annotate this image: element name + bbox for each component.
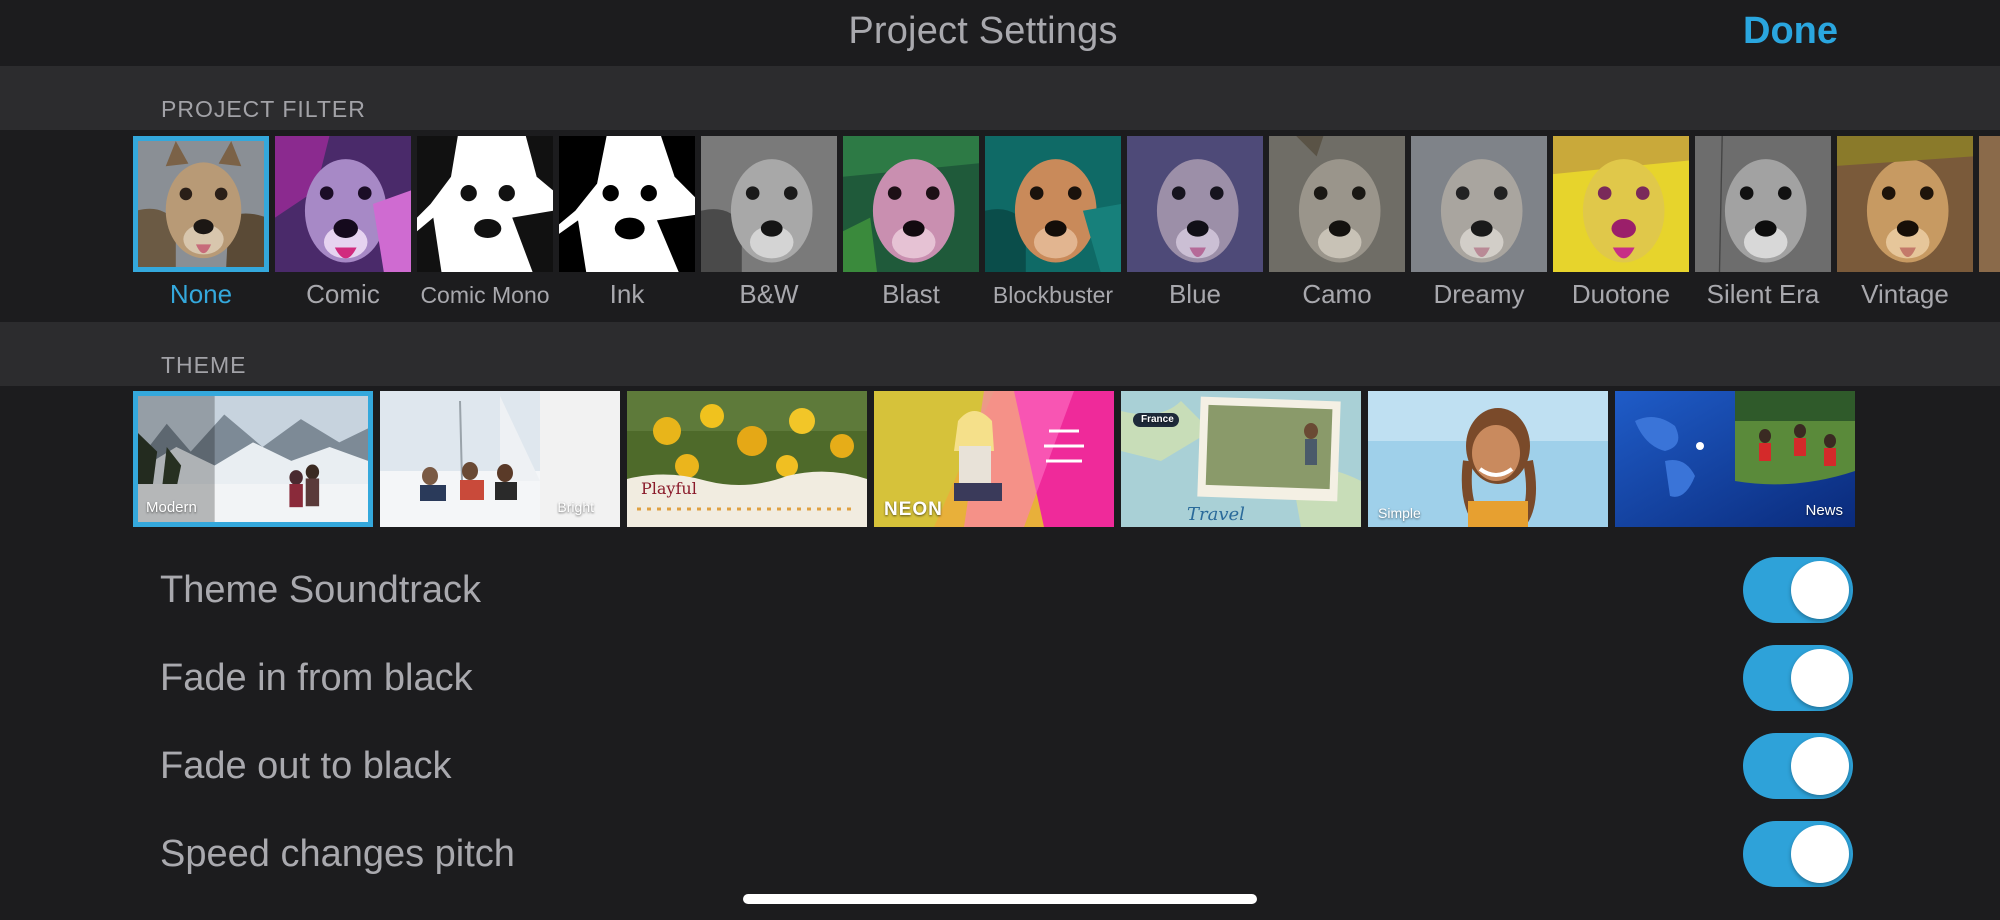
filter-thumbnail bbox=[275, 136, 411, 272]
filter-comic[interactable]: Comic bbox=[275, 136, 411, 314]
filter-ink[interactable]: Ink bbox=[559, 136, 695, 314]
filter-thumbnail bbox=[701, 136, 837, 272]
theme-soundtrack-toggle[interactable] bbox=[1743, 557, 1853, 623]
filter-none[interactable]: None bbox=[133, 136, 269, 314]
filter-partial[interactable]: W bbox=[1979, 136, 2000, 314]
theme-tag: France bbox=[1141, 414, 1174, 425]
theme-thumbnail bbox=[627, 391, 867, 527]
filter-thumbnail bbox=[133, 136, 269, 272]
filter-thumbnail bbox=[843, 136, 979, 272]
theme-label: Playful bbox=[641, 479, 697, 498]
theme-news[interactable]: News bbox=[1615, 391, 1855, 527]
filter-blue[interactable]: Blue bbox=[1127, 136, 1263, 314]
setting-theme-soundtrack: Theme Soundtrack bbox=[160, 551, 1860, 631]
theme-carousel[interactable]: Modern Bright Playful NEON France Travel… bbox=[133, 391, 1855, 527]
theme-playful[interactable]: Playful bbox=[627, 391, 867, 527]
filter-thumbnail bbox=[985, 136, 1121, 272]
filter-thumbnail bbox=[417, 136, 553, 272]
filter-thumbnail bbox=[1269, 136, 1405, 272]
theme-simple[interactable]: Simple bbox=[1368, 391, 1608, 527]
home-indicator-bar[interactable] bbox=[743, 894, 1257, 904]
theme-label: Travel bbox=[1187, 504, 1245, 525]
speed-pitch-toggle[interactable] bbox=[1743, 821, 1853, 887]
filter-thumbnail bbox=[1411, 136, 1547, 272]
theme-modern[interactable]: Modern bbox=[133, 391, 373, 527]
toggle-knob bbox=[1791, 737, 1849, 795]
theme-header: THEME bbox=[0, 322, 2000, 386]
filter-silent-era[interactable]: Silent Era bbox=[1695, 136, 1831, 314]
fade-out-toggle[interactable] bbox=[1743, 733, 1853, 799]
navigation-bar: Project Settings Done bbox=[0, 0, 2000, 66]
filter-blockbuster[interactable]: Blockbuster bbox=[985, 136, 1121, 314]
theme-bright[interactable]: Bright bbox=[380, 391, 620, 527]
project-filter-title: PROJECT FILTER bbox=[161, 96, 366, 122]
setting-fade-in: Fade in from black bbox=[160, 639, 1860, 719]
filter-blast[interactable]: Blast bbox=[843, 136, 979, 314]
filter-carousel[interactable]: None Comic Comic Mono Ink B&W Blast Bloc… bbox=[133, 136, 2000, 314]
filter-camo[interactable]: Camo bbox=[1269, 136, 1405, 314]
filter-thumbnail bbox=[1553, 136, 1689, 272]
theme-neon[interactable]: NEON bbox=[874, 391, 1114, 527]
filter-thumbnail bbox=[1127, 136, 1263, 272]
setting-label: Fade in from black bbox=[160, 657, 473, 699]
setting-label: Fade out to black bbox=[160, 745, 452, 787]
filter-thumbnail bbox=[1837, 136, 1973, 272]
filter-thumbnail bbox=[559, 136, 695, 272]
setting-fade-out: Fade out to black bbox=[160, 727, 1860, 807]
filter-label: W bbox=[1959, 279, 2000, 310]
theme-label: Bright bbox=[557, 499, 594, 515]
filter-comic-mono[interactable]: Comic Mono bbox=[417, 136, 553, 314]
done-button[interactable]: Done bbox=[1743, 10, 1838, 53]
setting-speed-pitch: Speed changes pitch bbox=[160, 815, 1860, 895]
theme-label: Simple bbox=[1378, 505, 1421, 521]
theme-travel[interactable]: France Travel bbox=[1121, 391, 1361, 527]
project-filter-header: PROJECT FILTER bbox=[0, 66, 2000, 130]
filter-thumbnail bbox=[1979, 136, 2000, 272]
toggle-knob bbox=[1791, 561, 1849, 619]
filter-thumbnail bbox=[1695, 136, 1831, 272]
toggle-knob bbox=[1791, 825, 1849, 883]
filter-bw[interactable]: B&W bbox=[701, 136, 837, 314]
theme-label: Modern bbox=[146, 499, 197, 516]
filter-dreamy[interactable]: Dreamy bbox=[1411, 136, 1547, 314]
setting-label: Theme Soundtrack bbox=[160, 569, 482, 611]
theme-label: NEON bbox=[884, 499, 943, 520]
theme-title: THEME bbox=[161, 352, 247, 378]
page-title: Project Settings bbox=[848, 10, 1118, 52]
filter-vintage[interactable]: Vintage bbox=[1837, 136, 1973, 314]
setting-label: Speed changes pitch bbox=[160, 833, 515, 875]
fade-in-toggle[interactable] bbox=[1743, 645, 1853, 711]
toggle-knob bbox=[1791, 649, 1849, 707]
theme-label: News bbox=[1805, 502, 1843, 519]
filter-duotone[interactable]: Duotone bbox=[1553, 136, 1689, 314]
